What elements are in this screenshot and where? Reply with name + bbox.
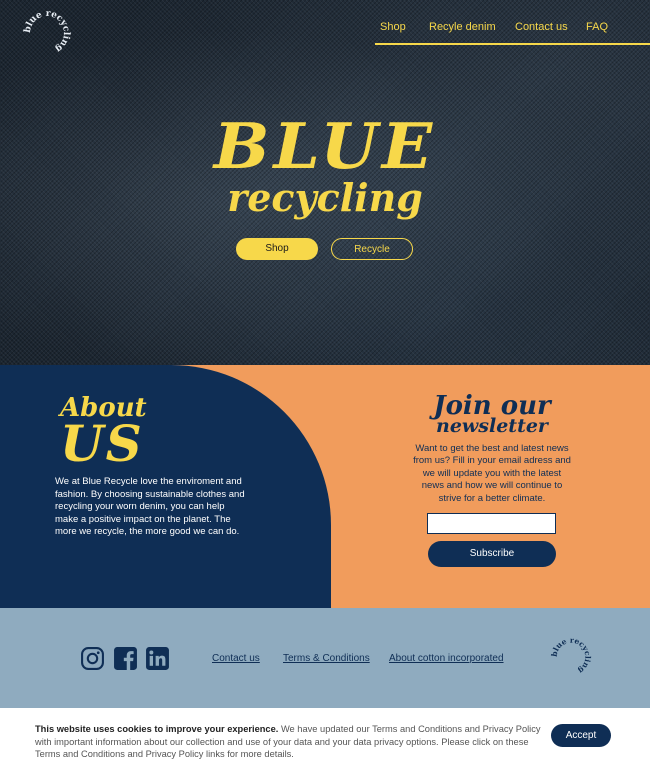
email-field[interactable]: [427, 513, 556, 534]
footer-logo[interactable]: blue recycling: [550, 636, 592, 678]
nav-faq[interactable]: FAQ: [586, 21, 608, 33]
cookie-banner: This website uses cookies to improve you…: [0, 708, 650, 774]
brand-logo[interactable]: blue recycling: [22, 8, 72, 58]
footer: Contact us Terms & Conditions About cott…: [0, 608, 650, 708]
hero-title-main: BLUE: [213, 108, 437, 184]
nav-shop[interactable]: Shop: [380, 21, 406, 33]
footer-logo-text: blue recycling: [550, 636, 592, 676]
shop-button[interactable]: Shop: [236, 238, 318, 260]
svg-text:blue recycling: blue recycling: [550, 636, 592, 676]
subscribe-button[interactable]: Subscribe: [428, 541, 556, 567]
nav-contact-us[interactable]: Contact us: [515, 21, 568, 33]
footer-link-about-cotton[interactable]: About cotton incorporated: [389, 653, 504, 664]
hero-title-sub: recycling: [227, 175, 423, 220]
instagram-icon[interactable]: [80, 646, 105, 671]
linkedin-icon[interactable]: [145, 646, 170, 671]
logo-text: blue recycling: [23, 9, 71, 54]
main-nav: Shop Recyle denim Contact us FAQ: [375, 18, 650, 45]
about-text: We at Blue Recycle love the enviroment a…: [55, 476, 245, 538]
footer-link-contact[interactable]: Contact us: [212, 653, 260, 664]
info-section: About US We at Blue Recycle love the env…: [0, 365, 650, 608]
hero-section: blue recycling Shop Recyle denim Contact…: [0, 0, 650, 365]
svg-text:blue recycling: blue recycling: [23, 9, 71, 54]
facebook-icon[interactable]: [113, 646, 138, 671]
newsletter-text: Want to get the best and latest news fro…: [413, 443, 571, 504]
hero-title: BLUE recycling: [150, 108, 500, 218]
accept-button[interactable]: Accept: [551, 724, 611, 747]
cookie-heading: This website uses cookies to improve you…: [35, 724, 279, 734]
about-title-line2: US: [60, 414, 144, 473]
recycle-button[interactable]: Recycle: [331, 238, 413, 260]
about-title: About US: [60, 395, 147, 469]
nav-recycle-denim[interactable]: Recyle denim: [429, 21, 496, 33]
about-panel: About US We at Blue Recycle love the env…: [0, 365, 331, 608]
footer-link-terms[interactable]: Terms & Conditions: [283, 653, 370, 664]
cookie-text: This website uses cookies to improve you…: [35, 723, 545, 761]
newsletter-title: Join our newsletter: [411, 393, 573, 436]
